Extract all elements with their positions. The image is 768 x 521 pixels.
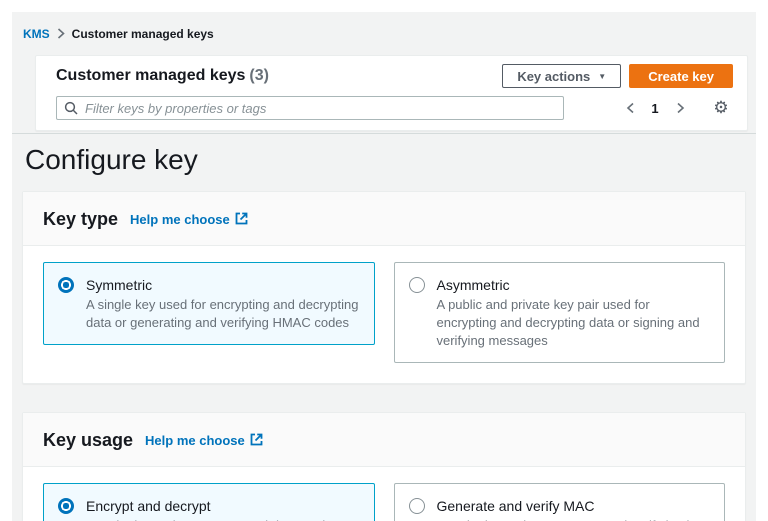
radio-unselected-icon[interactable] <box>409 277 425 293</box>
radio-tile-symmetric[interactable]: Symmetric A single key used for encrypti… <box>43 262 375 345</box>
key-usage-options: Encrypt and decrypt Use the key only to … <box>23 467 745 521</box>
tile-description: A public and private key pair used for e… <box>437 296 711 350</box>
list-title-text: Customer managed keys <box>56 67 245 84</box>
help-link-label: Help me choose <box>145 433 245 448</box>
key-type-heading: Key type <box>43 209 118 230</box>
caret-down-icon: ▼ <box>598 72 606 81</box>
tile-description: A single key used for encrypting and dec… <box>86 296 360 332</box>
kms-console-window: KMS Customer managed keys Customer manag… <box>0 0 768 521</box>
page-title: Configure key <box>25 144 756 176</box>
tile-description: Use the key only to encrypt and decrypt … <box>86 517 347 521</box>
list-header-card: Customer managed keys(3) Key actions ▼ C… <box>35 55 748 131</box>
key-type-header: Key type Help me choose <box>23 192 745 246</box>
pagination-page-number[interactable]: 1 <box>645 101 665 116</box>
breadcrumb-current: Customer managed keys <box>72 27 214 41</box>
radio-tile-encrypt-decrypt[interactable]: Encrypt and decrypt Use the key only to … <box>43 483 375 521</box>
tile-description: Use the key only to generate and verify … <box>437 517 711 521</box>
key-type-section: Key type Help me choose Symmetric A sing… <box>22 191 746 384</box>
page-canvas: KMS Customer managed keys Customer manag… <box>12 12 756 521</box>
breadcrumb: KMS Customer managed keys <box>12 12 756 42</box>
pagination-next-button[interactable] <box>669 97 691 119</box>
key-actions-button[interactable]: Key actions ▼ <box>502 64 621 88</box>
radio-unselected-icon[interactable] <box>409 498 425 514</box>
pagination-prev-button[interactable] <box>619 97 641 119</box>
key-usage-heading: Key usage <box>43 430 133 451</box>
list-title: Customer managed keys(3) <box>56 67 269 85</box>
help-link-label: Help me choose <box>130 212 230 227</box>
pagination: 1 ⚙ <box>619 96 733 120</box>
external-link-icon <box>250 433 263 449</box>
radio-selected-icon[interactable] <box>58 277 74 293</box>
key-usage-help-link[interactable]: Help me choose <box>145 433 263 449</box>
key-count-badge: (3) <box>249 67 269 84</box>
filter-box <box>56 96 564 120</box>
create-key-button[interactable]: Create key <box>629 64 733 88</box>
radio-tile-asymmetric[interactable]: Asymmetric A public and private key pair… <box>394 262 726 363</box>
key-usage-header: Key usage Help me choose <box>23 413 745 467</box>
radio-selected-icon[interactable] <box>58 498 74 514</box>
settings-button[interactable]: ⚙ <box>709 96 733 120</box>
tile-label: Encrypt and decrypt <box>86 497 347 515</box>
key-type-help-link[interactable]: Help me choose <box>130 212 248 228</box>
filter-input[interactable] <box>56 96 564 120</box>
radio-tile-generate-verify-mac[interactable]: Generate and verify MAC Use the key only… <box>394 483 726 521</box>
key-type-options: Symmetric A single key used for encrypti… <box>23 246 745 383</box>
key-usage-section: Key usage Help me choose Encrypt and dec… <box>22 412 746 521</box>
key-actions-label: Key actions <box>517 69 590 84</box>
breadcrumb-chevron-icon <box>57 28 65 39</box>
search-icon <box>64 101 78 115</box>
breadcrumb-link-kms[interactable]: KMS <box>23 27 50 41</box>
tile-label: Symmetric <box>86 276 360 294</box>
section-divider <box>12 133 756 134</box>
tile-label: Generate and verify MAC <box>437 497 711 515</box>
external-link-icon <box>235 212 248 228</box>
tile-label: Asymmetric <box>437 276 711 294</box>
gear-icon: ⚙ <box>713 98 728 118</box>
